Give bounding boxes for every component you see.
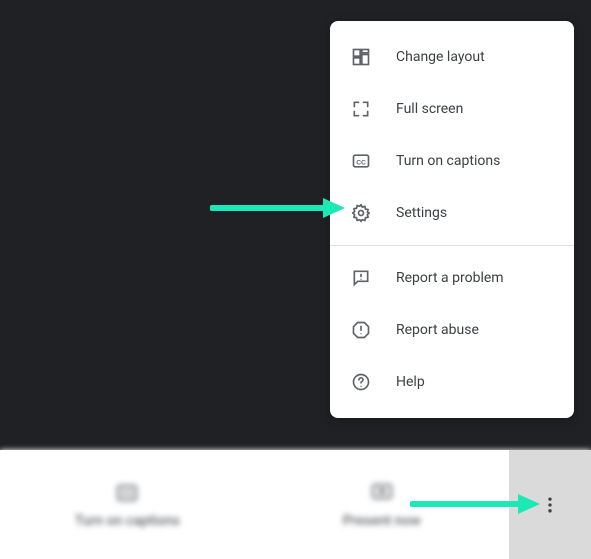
present-label: Present now: [343, 513, 421, 529]
menu-label: Settings: [396, 205, 447, 221]
menu-label: Help: [396, 374, 425, 390]
menu-item-change-layout[interactable]: Change layout: [330, 31, 574, 83]
feedback-icon: [350, 267, 372, 289]
menu-label: Report a problem: [396, 270, 504, 286]
gear-icon: [350, 202, 372, 224]
menu-item-report-problem[interactable]: Report a problem: [330, 252, 574, 304]
menu-item-settings[interactable]: Settings: [330, 187, 574, 239]
captions-label: Turn on captions: [75, 513, 180, 529]
menu-label: Turn on captions: [396, 153, 500, 169]
bottom-bar: Turn on captions Present now: [0, 450, 591, 559]
present-button[interactable]: Present now: [255, 450, 510, 559]
menu-item-help[interactable]: Help: [330, 356, 574, 408]
menu-item-full-screen[interactable]: Full screen: [330, 83, 574, 135]
options-menu: Change layout Full screen CC Turn on cap…: [330, 21, 574, 418]
more-options-button[interactable]: [509, 450, 591, 559]
help-icon: [350, 371, 372, 393]
menu-item-report-abuse[interactable]: Report abuse: [330, 304, 574, 356]
captions-button[interactable]: Turn on captions: [0, 450, 255, 559]
menu-label: Full screen: [396, 101, 463, 117]
menu-label: Change layout: [396, 49, 485, 65]
menu-item-captions[interactable]: CC Turn on captions: [330, 135, 574, 187]
layout-icon: [350, 46, 372, 68]
menu-label: Report abuse: [396, 322, 479, 338]
abuse-icon: [350, 319, 372, 341]
fullscreen-icon: [350, 98, 372, 120]
present-icon: [370, 481, 394, 505]
menu-divider: [330, 245, 574, 246]
cc-icon: [115, 481, 139, 505]
svg-text:CC: CC: [356, 159, 366, 166]
more-vert-icon: [540, 495, 560, 515]
cc-icon: CC: [350, 150, 372, 172]
